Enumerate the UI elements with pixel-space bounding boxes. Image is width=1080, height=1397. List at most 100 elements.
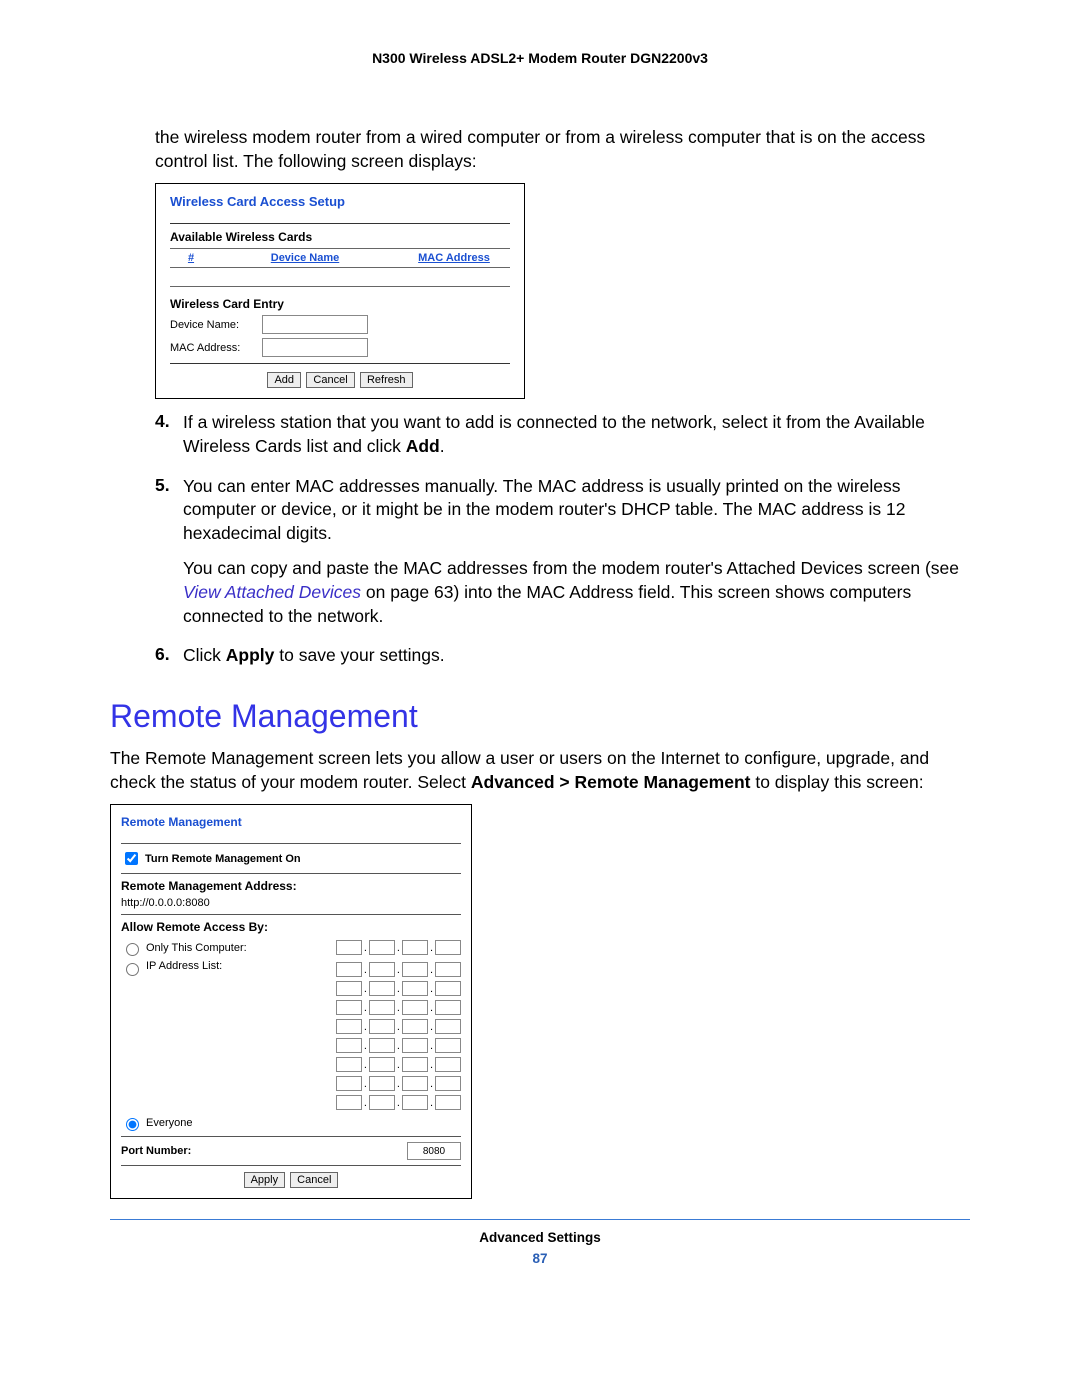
ip-octet-input[interactable] bbox=[402, 1000, 428, 1015]
port-number-label: Port Number: bbox=[121, 1145, 191, 1157]
step-6: 6. Click Apply to save your settings. bbox=[155, 644, 970, 668]
ip-octet-input[interactable] bbox=[402, 981, 428, 996]
rm-title: Remote Management bbox=[121, 815, 461, 829]
ip-octet-input[interactable] bbox=[435, 1000, 461, 1015]
ip-list-row: . . . bbox=[336, 1038, 461, 1053]
ip-list-row: . . . bbox=[336, 1095, 461, 1110]
ip-octet-input[interactable] bbox=[336, 1095, 362, 1110]
rm-para-b: Advanced > Remote Management bbox=[471, 772, 751, 792]
ip-octet-input[interactable] bbox=[402, 962, 428, 977]
divider bbox=[121, 914, 461, 915]
ip-octet-input[interactable] bbox=[336, 1000, 362, 1015]
apply-button[interactable]: Apply bbox=[244, 1172, 286, 1188]
allow-access-heading: Allow Remote Access By: bbox=[121, 920, 461, 934]
ip-octet-input[interactable] bbox=[369, 981, 395, 996]
ip-octet-input[interactable] bbox=[402, 940, 428, 955]
ip-octet-input[interactable] bbox=[336, 1076, 362, 1091]
divider bbox=[121, 1136, 461, 1137]
footer-divider bbox=[110, 1219, 970, 1220]
remote-management-heading: Remote Management bbox=[110, 698, 970, 735]
ip-octet-input[interactable] bbox=[336, 1038, 362, 1053]
ip-octet-input[interactable] bbox=[369, 1095, 395, 1110]
ip-octet-input[interactable] bbox=[369, 1038, 395, 1053]
wcas-title: Wireless Card Access Setup bbox=[170, 194, 510, 209]
entry-heading: Wireless Card Entry bbox=[170, 297, 510, 311]
view-attached-devices-link[interactable]: View Attached Devices bbox=[183, 582, 366, 602]
ip-octet-input[interactable] bbox=[435, 962, 461, 977]
ip-octet-input[interactable] bbox=[369, 1057, 395, 1072]
step-6-a: Click bbox=[183, 645, 226, 665]
ip-octet-input[interactable] bbox=[369, 940, 395, 955]
step-4-period: . bbox=[440, 436, 445, 456]
port-number-input[interactable] bbox=[407, 1142, 461, 1160]
ip-list-row: . . . bbox=[336, 1000, 461, 1015]
col-mac-link[interactable]: MAC Address bbox=[418, 252, 490, 264]
wireless-card-access-screenshot: Wireless Card Access Setup Available Wir… bbox=[155, 183, 525, 399]
everyone-radio[interactable] bbox=[126, 1118, 139, 1131]
ip-octet-input[interactable] bbox=[435, 1095, 461, 1110]
ip-octet-input[interactable] bbox=[336, 962, 362, 977]
divider bbox=[121, 1165, 461, 1166]
ip-octet-input[interactable] bbox=[435, 1057, 461, 1072]
ip-octet-input[interactable] bbox=[435, 981, 461, 996]
col-num-link[interactable]: # bbox=[188, 252, 194, 264]
ip-octet-input[interactable] bbox=[369, 1076, 395, 1091]
mac-address-label: MAC Address: bbox=[170, 342, 250, 354]
step-5-num: 5. bbox=[155, 475, 183, 629]
ip-address-list-radio[interactable] bbox=[126, 963, 139, 976]
rm-addr-label: Remote Management Address: bbox=[121, 879, 461, 893]
add-button[interactable]: Add bbox=[267, 372, 301, 388]
ip-octet-input[interactable] bbox=[402, 1019, 428, 1034]
step-5-p2a: You can copy and paste the MAC addresses… bbox=[183, 558, 959, 578]
only-this-ip-group: . . . bbox=[336, 940, 461, 955]
step-4-num: 4. bbox=[155, 411, 183, 458]
ip-octet-input[interactable] bbox=[336, 940, 362, 955]
divider bbox=[170, 363, 510, 364]
ip-octet-input[interactable] bbox=[336, 981, 362, 996]
divider bbox=[121, 873, 461, 874]
rm-para-c: to display this screen: bbox=[750, 772, 923, 792]
ip-octet-input[interactable] bbox=[402, 1095, 428, 1110]
available-cards-heading: Available Wireless Cards bbox=[170, 230, 510, 244]
step-4: 4. If a wireless station that you want t… bbox=[155, 411, 970, 458]
ip-octet-input[interactable] bbox=[402, 1057, 428, 1072]
turn-remote-mgmt-on-label: Turn Remote Management On bbox=[145, 853, 301, 865]
step-6-num: 6. bbox=[155, 644, 183, 668]
cancel-button[interactable]: Cancel bbox=[306, 372, 354, 388]
divider bbox=[121, 843, 461, 844]
ip-list-row: . . . bbox=[336, 1076, 461, 1091]
step-6-apply: Apply bbox=[226, 645, 275, 665]
ip-octet-input[interactable] bbox=[402, 1076, 428, 1091]
mac-address-input[interactable] bbox=[262, 338, 368, 357]
doc-header: N300 Wireless ADSL2+ Modem Router DGN220… bbox=[110, 50, 970, 66]
ip-list-row: . . . bbox=[336, 1019, 461, 1034]
footer-section: Advanced Settings bbox=[110, 1230, 970, 1245]
everyone-label: Everyone bbox=[146, 1117, 192, 1129]
ip-octet-input[interactable] bbox=[402, 1038, 428, 1053]
available-cards-table: # Device Name MAC Address bbox=[170, 248, 510, 287]
divider bbox=[170, 223, 510, 224]
step-5: 5. You can enter MAC addresses manually.… bbox=[155, 475, 970, 629]
ip-list-row: . . . bbox=[336, 981, 461, 996]
ip-list-row: . . . bbox=[336, 962, 461, 977]
ip-octet-input[interactable] bbox=[435, 1019, 461, 1034]
ip-octet-input[interactable] bbox=[369, 1019, 395, 1034]
step-4-add: Add bbox=[406, 436, 440, 456]
ip-octet-input[interactable] bbox=[369, 1000, 395, 1015]
turn-remote-mgmt-on-checkbox[interactable] bbox=[125, 852, 138, 865]
only-this-computer-label: Only This Computer: bbox=[146, 942, 247, 954]
ip-octet-input[interactable] bbox=[435, 1076, 461, 1091]
intro-text: the wireless modem router from a wired c… bbox=[155, 126, 970, 173]
ip-octet-input[interactable] bbox=[336, 1057, 362, 1072]
ip-octet-input[interactable] bbox=[435, 940, 461, 955]
ip-octet-input[interactable] bbox=[336, 1019, 362, 1034]
cancel-button[interactable]: Cancel bbox=[290, 1172, 338, 1188]
ip-list-container: . . . . . . . . . . . . . . . . . . . . … bbox=[336, 960, 461, 1112]
col-device-link[interactable]: Device Name bbox=[271, 252, 340, 264]
refresh-button[interactable]: Refresh bbox=[360, 372, 413, 388]
device-name-label: Device Name: bbox=[170, 319, 250, 331]
device-name-input[interactable] bbox=[262, 315, 368, 334]
only-this-computer-radio[interactable] bbox=[126, 943, 139, 956]
ip-octet-input[interactable] bbox=[369, 962, 395, 977]
ip-octet-input[interactable] bbox=[435, 1038, 461, 1053]
